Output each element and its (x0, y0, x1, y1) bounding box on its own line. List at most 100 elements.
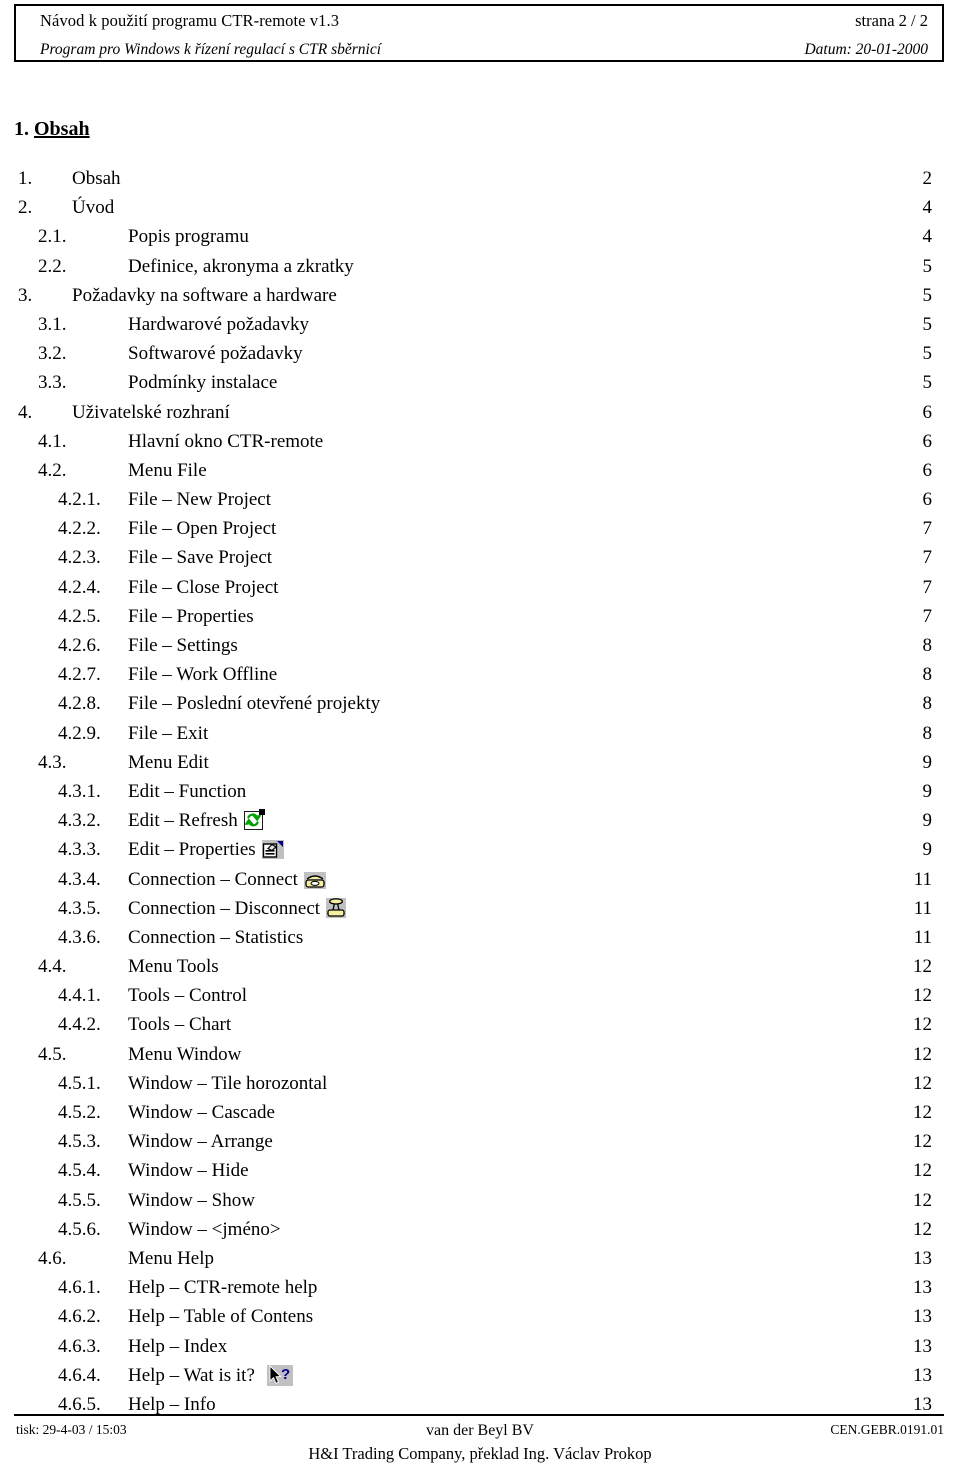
toc-entry[interactable]: 4.6.4. Help – Wat is it?? 13 (0, 1364, 960, 1394)
toc-entry-page-number: 6 (922, 430, 933, 452)
toc-entry-title: Menu File (128, 459, 207, 481)
toc-entry[interactable]: 4.3.6. Connection – Statistics 11 (0, 927, 960, 956)
toc-entry-title-wrap: File – New Project (128, 489, 271, 511)
toc-entry-title-wrap: Help – Wat is it?? (128, 1364, 293, 1387)
toc-entry-number: 4.2.7. (58, 664, 101, 686)
table-of-contents: 1. Obsah 2 2. Úvod 4 2.1. Popis programu 4 2.2. De… (0, 168, 960, 1423)
toc-entry-page-number: 12 (913, 956, 932, 978)
toc-entry[interactable]: 2. Úvod 4 (0, 197, 960, 226)
toc-entry-number: 4.2.3. (58, 547, 101, 569)
toc-entry-title-wrap: File – Save Project (128, 547, 272, 569)
toc-entry[interactable]: 4.6. Menu Help 13 (0, 1248, 960, 1277)
toc-entry[interactable]: 3.2. Softwarové požadavky 5 (0, 343, 960, 372)
toc-entry[interactable]: 4.5.4. Window – Hide 12 (0, 1160, 960, 1189)
toc-entry-number: 4.3.3. (58, 839, 101, 861)
toc-entry[interactable]: 4.2.5. File – Properties 7 (0, 606, 960, 635)
toc-entry[interactable]: 4.3.1. Edit – Function 9 (0, 781, 960, 810)
toc-entry[interactable]: 4.2.3. File – Save Project 7 (0, 547, 960, 576)
toc-entry[interactable]: 4.6.3. Help – Index 13 (0, 1336, 960, 1365)
toc-entry-title-wrap: Window – Tile horozontal (128, 1073, 327, 1095)
toc-entry-page-number: 13 (913, 1247, 932, 1269)
toc-entry-number: 4.6. (38, 1247, 67, 1269)
toc-entry[interactable]: 4.2.2. File – Open Project 7 (0, 518, 960, 547)
toc-entry-title-wrap: File – Exit (128, 723, 208, 745)
toc-entry-title-wrap: File – Properties (128, 606, 254, 628)
toc-entry[interactable]: 4.2.4. File – Close Project 7 (0, 577, 960, 606)
toc-entry-number: 4. (18, 401, 33, 423)
toc-entry-title-wrap: File – Work Offline (128, 664, 277, 686)
toc-entry-title-wrap: Hardwarové požadavky (128, 314, 309, 336)
toc-entry-title-wrap: Edit – Function (128, 781, 246, 803)
toc-entry-page-number: 7 (922, 547, 933, 569)
toc-entry[interactable]: 2.1. Popis programu 4 (0, 226, 960, 255)
toc-entry[interactable]: 4.4.1. Tools – Control 12 (0, 985, 960, 1014)
toc-entry-page-number: 6 (922, 489, 933, 511)
toc-entry[interactable]: 4.2. Menu File 6 (0, 460, 960, 489)
toc-entry-title-wrap: File – Open Project (128, 518, 276, 540)
toc-entry[interactable]: 4.3.2. Edit – Refresh 9 (0, 809, 960, 839)
toc-entry-title-wrap: Help – Info (128, 1394, 216, 1416)
toc-entry[interactable]: 4.4.2. Tools – Chart 12 (0, 1014, 960, 1043)
toc-entry-number: 2. (18, 197, 33, 219)
toc-entry-title: Window – <jméno> (128, 1218, 281, 1240)
toc-entry[interactable]: 4.5.5. Window – Show 12 (0, 1190, 960, 1219)
toc-entry-title: Help – Index (128, 1335, 228, 1357)
toc-entry-number: 3.1. (38, 313, 67, 335)
toc-entry-title: File – Settings (128, 635, 238, 656)
toc-entry-title: File – New Project (128, 489, 272, 511)
toc-entry[interactable]: 4.2.1. File – New Project 6 (0, 489, 960, 518)
toc-entry[interactable]: 4.3. Menu Edit 9 (0, 752, 960, 781)
toc-entry[interactable]: 4.2.7. File – Work Offline 8 (0, 664, 960, 693)
toc-entry-number: 4.5.3. (58, 1131, 101, 1153)
toc-entry-page-number: 7 (922, 605, 933, 627)
toc-entry[interactable]: 3.3. Podmínky instalace 5 (0, 372, 960, 401)
toc-entry[interactable]: 4.5.2. Window – Cascade 12 (0, 1102, 960, 1131)
toc-entry-title-wrap: Window – Arrange (128, 1131, 273, 1153)
toc-entry[interactable]: 3.1. Hardwarové požadavky 5 (0, 314, 960, 343)
toc-entry-title-wrap: Window – <jméno> (128, 1219, 281, 1241)
toc-entry-title: File – Close Project (128, 576, 279, 598)
toc-entry-title-wrap: Uživatelské rozhraní (72, 402, 230, 424)
toc-entry[interactable]: 4.4. Menu Tools 12 (0, 956, 960, 985)
toc-entry-title: Menu Edit (128, 751, 209, 773)
toc-entry[interactable]: 4.6.1. Help – CTR-remote help 13 (0, 1277, 960, 1306)
toc-entry[interactable]: 4.6.5. Help – Info 13 (0, 1394, 960, 1423)
toc-entry-number: 4.2. (38, 459, 67, 481)
page-header-box: Návod k použití programu CTR-remote v1.3… (14, 4, 944, 62)
toc-entry[interactable]: 4.3.4. Connection – Connect 11 (0, 869, 960, 898)
toc-entry-page-number: 12 (913, 985, 932, 1007)
toc-entry-title: Úvod (72, 197, 115, 219)
refresh-icon (243, 809, 265, 831)
toc-entry[interactable]: 4.5.6. Window – <jméno> 12 (0, 1219, 960, 1248)
toc-entry-page-number: 5 (922, 284, 933, 306)
toc-entry-title: Popis programu (128, 226, 249, 248)
toc-entry-title: File – Properties (128, 605, 254, 627)
toc-entry[interactable]: 4. Uživatelské rozhraní 6 (0, 402, 960, 431)
toc-entry[interactable]: 2.2. Definice, akronyma a zkratky 5 (0, 256, 960, 285)
toc-entry[interactable]: 4.3.5. Connection – Disconnect 11 (0, 897, 960, 927)
toc-entry-number: 4.4. (38, 956, 67, 978)
toc-entry-title-wrap: File – Close Project (128, 577, 278, 599)
toc-entry[interactable]: 4.5. Menu Window 12 (0, 1044, 960, 1073)
toc-entry-page-number: 12 (913, 1160, 932, 1182)
toc-entry[interactable]: 4.3.3. Edit – Properties 9 (0, 839, 960, 868)
toc-entry[interactable]: 4.5.1. Window – Tile horozontal 12 (0, 1073, 960, 1102)
toc-entry[interactable]: 4.2.8. File – Poslední otevřené projekty 8 (0, 693, 960, 722)
toc-entry-title: Požadavky na software a hardware (72, 284, 337, 306)
toc-entry[interactable]: 4.5.3. Window – Arrange 12 (0, 1131, 960, 1160)
toc-entry-page-number: 13 (913, 1364, 932, 1386)
toc-entry[interactable]: 1. Obsah 2 (0, 168, 960, 197)
toc-entry[interactable]: 4.2.6. File – Settings 8 (0, 635, 960, 664)
toc-entry[interactable]: 4.6.2. Help – Table of Contens 13 (0, 1306, 960, 1335)
toc-entry[interactable]: 3. Požadavky na software a hardware 5 (0, 285, 960, 314)
toc-entry-page-number: 8 (922, 693, 933, 715)
toc-entry[interactable]: 4.2.9. File – Exit 8 (0, 723, 960, 752)
toc-entry-title-wrap: Edit – Refresh (128, 809, 265, 832)
toc-entry-number: 4.3.6. (58, 926, 101, 948)
footer-divider (14, 1414, 944, 1416)
toc-entry-title-wrap: Tools – Chart (128, 1014, 231, 1036)
toc-entry[interactable]: 4.1. Hlavní okno CTR-remote 6 (0, 431, 960, 460)
toc-entry-title: Uživatelské rozhraní (72, 401, 230, 423)
toc-entry-title-wrap: Popis programu (128, 226, 249, 248)
toc-entry-page-number: 5 (922, 255, 933, 277)
